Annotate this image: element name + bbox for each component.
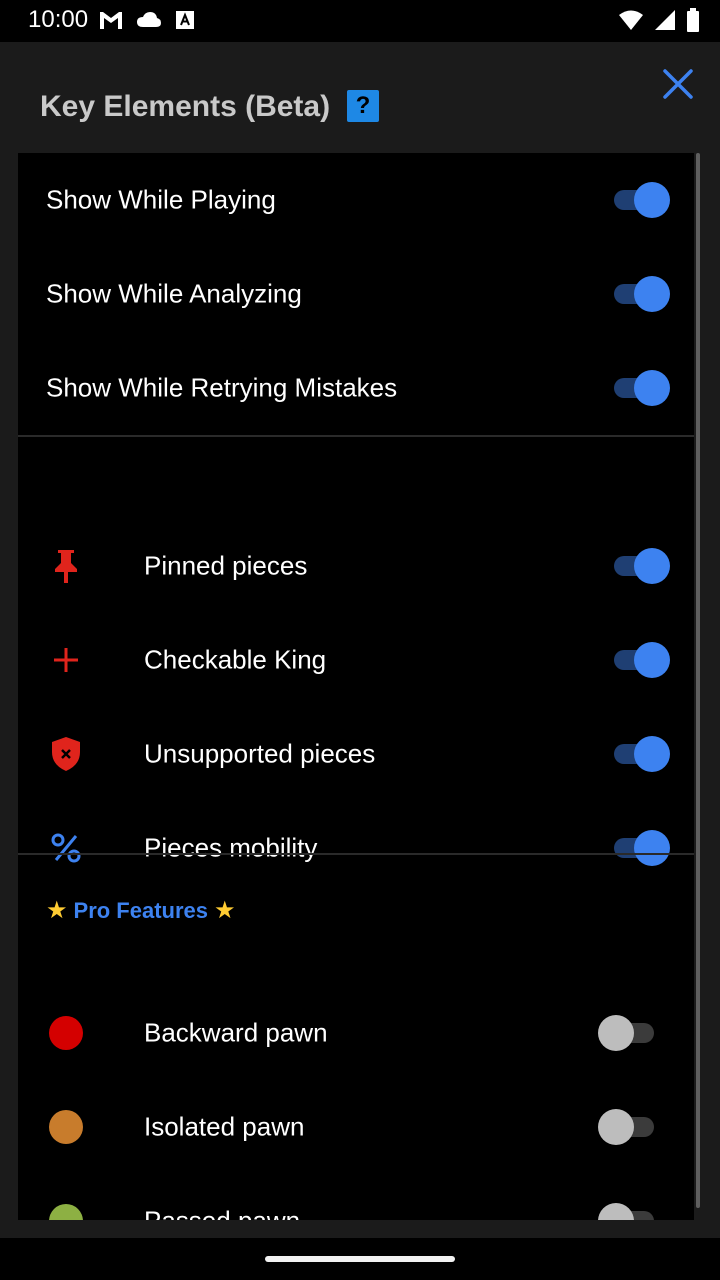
pushpin-icon [48, 548, 84, 584]
setting-label: Show While Playing [46, 184, 276, 215]
setting-show-while-retrying-mistakes[interactable]: Show While Retrying Mistakes [18, 341, 694, 435]
cell-signal-icon [655, 10, 675, 30]
plus-icon [48, 642, 84, 678]
pro-feature-label: Backward pawn [144, 1017, 328, 1048]
passed-pawn-toggle[interactable] [598, 1203, 656, 1220]
pro-feature-label: Isolated pawn [144, 1111, 305, 1142]
setting-show-while-playing[interactable]: Show While Playing [18, 153, 694, 247]
pro-feature-label: Passed pawn [144, 1206, 300, 1221]
dialog-title: Key Elements (Beta) [40, 90, 331, 123]
red-dot-icon [48, 1015, 84, 1051]
system-icons [618, 8, 700, 32]
wifi-icon [619, 10, 643, 30]
battery-icon [687, 8, 699, 32]
star-icon: ★ [214, 897, 236, 924]
backward-pawn-toggle[interactable] [598, 1015, 656, 1051]
element-label: Checkable King [144, 644, 327, 675]
show-while-playing-toggle[interactable] [612, 182, 670, 218]
gmail-icon [100, 12, 122, 29]
cloud-icon [137, 12, 161, 27]
element-unsupported-pieces[interactable]: Unsupported pieces [18, 707, 694, 801]
element-label: Pinned pieces [144, 550, 308, 581]
dialog-header: Key Elements (Beta) ? [0, 42, 720, 153]
navigation-bar [0, 1238, 720, 1280]
checkable-king-toggle[interactable] [612, 642, 670, 678]
pro-features-title: Pro Features [73, 897, 209, 923]
notification-icons [98, 9, 196, 31]
show-while-retrying-mistakes-toggle[interactable] [612, 370, 670, 406]
isolated-pawn-toggle[interactable] [598, 1109, 656, 1145]
key-elements-dialog: Key Elements (Beta) ? Show While Playing… [0, 42, 720, 1238]
pieces-mobility-toggle[interactable] [612, 830, 670, 866]
status-time: 10:00 [28, 6, 89, 33]
element-label: Unsupported pieces [144, 738, 376, 769]
percent-icon [48, 830, 84, 866]
home-gesture-handle[interactable] [265, 1256, 455, 1262]
help-icon[interactable]: ? [347, 90, 379, 122]
scrollbar[interactable] [694, 153, 702, 1220]
section-divider [18, 435, 694, 437]
element-label: Pieces mobility [144, 832, 318, 863]
element-pieces-mobility[interactable]: Pieces mobility [18, 801, 694, 895]
unsupported-pieces-toggle[interactable] [612, 736, 670, 772]
star-icon: ★ [46, 897, 68, 924]
setting-label: Show While Analyzing [46, 278, 302, 309]
pinned-pieces-toggle[interactable] [612, 548, 670, 584]
shield-x-icon [48, 736, 84, 772]
setting-show-while-analyzing[interactable]: Show While Analyzing [18, 247, 694, 341]
pro-feature-passed-pawn[interactable]: Passed pawn [18, 1174, 694, 1220]
section-divider [18, 853, 694, 855]
pro-feature-backward-pawn[interactable]: Backward pawn [18, 986, 694, 1080]
scrollbar-thumb[interactable] [696, 153, 700, 1208]
status-bar: 10:00 [0, 0, 720, 42]
show-while-analyzing-toggle[interactable] [612, 276, 670, 312]
element-checkable-king[interactable]: Checkable King [18, 613, 694, 707]
pro-features-header: ★ Pro Features ★ [46, 896, 236, 925]
green-dot-icon [48, 1203, 84, 1220]
orange-dot-icon [48, 1109, 84, 1145]
pro-feature-isolated-pawn[interactable]: Isolated pawn [18, 1080, 694, 1174]
setting-label: Show While Retrying Mistakes [46, 372, 398, 403]
element-pinned-pieces[interactable]: Pinned pieces [18, 519, 694, 613]
font-badge-icon [176, 11, 194, 29]
close-icon[interactable] [660, 66, 696, 102]
settings-list[interactable]: Show While Playing Show While Analyzing … [18, 153, 694, 1220]
